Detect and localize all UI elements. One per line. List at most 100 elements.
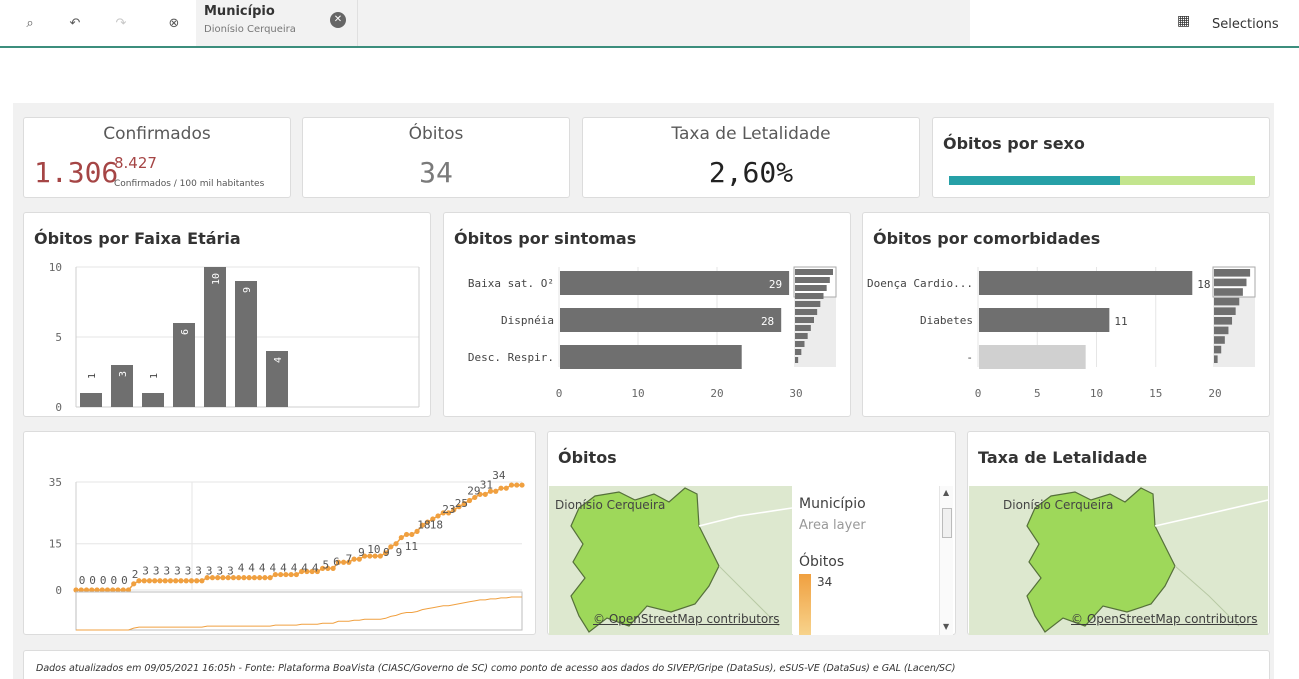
timeline-annotation: 11 <box>405 540 418 553</box>
timeline-annotation: 3 <box>174 565 181 578</box>
timeline-point <box>131 581 137 587</box>
mini-navigator-bar[interactable] <box>795 277 830 283</box>
timeline-annotation: 3 <box>153 565 160 578</box>
mini-navigator-bar[interactable] <box>795 285 827 291</box>
hbar-value-label: 29 <box>769 278 782 291</box>
hbar-bar[interactable] <box>979 308 1110 332</box>
faixa-bar-label: 1 <box>149 373 160 379</box>
x-tick-label: 20 <box>710 387 723 400</box>
mini-navigator-bar[interactable] <box>1214 326 1229 335</box>
timeline-point <box>199 578 205 584</box>
step-forward-icon[interactable]: ↷ <box>111 14 131 34</box>
timeline-point <box>167 578 174 584</box>
mini-navigator-bar[interactable] <box>1214 307 1236 315</box>
scroll-down-icon[interactable]: ▼ <box>943 622 949 631</box>
mini-navigator-bar[interactable] <box>1214 297 1240 306</box>
legend-scrollbar[interactable]: ▲ ▼ <box>939 486 953 635</box>
clear-selections-icon[interactable]: ⊗ <box>164 14 184 34</box>
selections-button[interactable]: Selections <box>1212 17 1279 32</box>
timeline-annotation: 9 <box>396 546 403 559</box>
smart-search-icon[interactable]: ⌕ <box>20 14 40 34</box>
mini-navigator-bar[interactable] <box>795 357 799 363</box>
legend-measure: Óbitos <box>799 554 845 570</box>
timeline-point <box>498 485 504 491</box>
timeline-point <box>146 578 153 584</box>
kpi-value: 34 <box>419 156 453 189</box>
legend-title: Município <box>799 496 866 512</box>
selection-field: Município <box>204 4 275 19</box>
y-tick-label: 35 <box>49 476 62 489</box>
hbar-bar[interactable] <box>560 271 790 295</box>
step-back-icon[interactable]: ↶ <box>65 14 85 34</box>
remove-selection-icon[interactable]: ✕ <box>330 12 346 28</box>
y-tick-label: 0 <box>55 584 62 597</box>
timeline-annotation: 3 <box>163 565 170 578</box>
mini-navigator-bar[interactable] <box>1214 269 1251 277</box>
timeline-point <box>482 491 488 497</box>
osm-credit-link[interactable]: © OpenStreetMap contributors <box>1071 612 1257 626</box>
mini-navigator-bar[interactable] <box>1214 288 1243 296</box>
osm-credit-link[interactable]: © OpenStreetMap contributors <box>593 612 779 626</box>
obitos-por-sexo-card[interactable]: Óbitos por sexo <box>932 117 1270 198</box>
mini-navigator-bar[interactable] <box>1214 355 1218 363</box>
timeline-point <box>194 578 200 584</box>
faixa-bar[interactable] <box>204 267 226 407</box>
mini-navigator-bar[interactable] <box>795 309 818 315</box>
timeline-point <box>241 575 247 581</box>
timeline-annotation: 3 <box>185 565 192 578</box>
hbar-value-label: 11 <box>1114 315 1127 328</box>
hbar-value-label: 18 <box>1197 278 1210 291</box>
timeline-annotation: 3 <box>142 565 149 578</box>
hbar-bar[interactable] <box>979 271 1193 295</box>
map-obitos-card[interactable]: Óbitos Dionísio Cerqueira © OpenStreetMa… <box>547 431 956 635</box>
timeline-card[interactable]: 0 15 35 0 0 0 0 0 2 3 3 3 3 3 3 3 3 3 4 4 4 4 4 4 4 4 5 6 7 9 10 9 9 11 18… <box>23 431 536 635</box>
mini-navigator-bar[interactable] <box>795 317 814 323</box>
mini-navigator-bar[interactable] <box>795 269 833 275</box>
timeline-point <box>514 482 520 488</box>
timeline-point <box>157 578 163 584</box>
kpi-label: Taxa de Letalidade <box>671 124 831 144</box>
faixa-bar[interactable] <box>142 393 164 407</box>
map-area[interactable]: Dionísio Cerqueira © OpenStreetMap contr… <box>969 486 1269 635</box>
timeline-point <box>508 482 515 488</box>
kpi-taxa-letalidade[interactable]: Taxa de Letalidade 2,60% <box>582 117 920 198</box>
timeline-annotation: 2 <box>132 568 139 581</box>
legend-color-scale <box>799 574 811 635</box>
scroll-up-icon[interactable]: ▲ <box>943 488 949 497</box>
faixa-bar-label: 1 <box>87 373 98 379</box>
kpi-sub-label: Confirmados / 100 mil habitantes <box>114 179 265 189</box>
mini-navigator-bar[interactable] <box>795 301 821 307</box>
faixa-etaria-card[interactable]: Óbitos por Faixa Etária 0 5 10 1 3 1 6 10 9 4 <box>23 212 431 417</box>
selection-value: Dionísio Cerqueira <box>204 24 296 35</box>
sexo-segment-2[interactable] <box>1120 176 1255 185</box>
kpi-confirmados[interactable]: Confirmados 1.306 8.427 Confirmados / 10… <box>23 117 291 198</box>
selections-tool-icon[interactable]: ▦ <box>1177 13 1190 29</box>
mini-navigator-bar[interactable] <box>1214 345 1222 354</box>
mini-navigator-bar[interactable] <box>1214 336 1225 344</box>
map-area[interactable]: Dionísio Cerqueira © OpenStreetMap contr… <box>549 486 793 635</box>
hbar-bar[interactable] <box>560 345 742 369</box>
mini-navigator-bar[interactable] <box>795 349 802 355</box>
hbar-bar[interactable] <box>560 308 782 332</box>
faixa-bar[interactable] <box>235 281 257 407</box>
sexo-segment-1[interactable] <box>949 176 1121 185</box>
map-taxa-card[interactable]: Taxa de Letalidade Dionísio Cerqueira © … <box>967 431 1270 635</box>
hbar-bar[interactable] <box>979 345 1086 369</box>
timeline-annotation: 4 <box>238 562 245 575</box>
timeline-annotation: 29 <box>467 485 480 498</box>
faixa-bar[interactable] <box>80 393 102 407</box>
scrollbar-thumb[interactable] <box>942 508 952 538</box>
mini-navigator-bar[interactable] <box>795 341 805 347</box>
sintomas-card[interactable]: Óbitos por sintomas 0 10 20 30 Baixa sat. O²… <box>443 212 851 417</box>
selection-chip[interactable]: Município Dionísio Cerqueira ✕ <box>196 0 358 46</box>
timeline-point <box>162 578 168 584</box>
mini-navigator-bar[interactable] <box>795 293 824 299</box>
timeline-annotation: 4 <box>269 562 276 575</box>
kpi-obitos[interactable]: Óbitos 34 <box>302 117 570 198</box>
comorbidades-card[interactable]: Óbitos por comorbidades 0 5 10 15 20 Doença C… <box>862 212 1270 417</box>
mini-navigator-bar[interactable] <box>795 325 811 331</box>
mini-navigator-bar[interactable] <box>795 333 808 339</box>
mini-navigator-bar[interactable] <box>1214 278 1247 287</box>
legend-value: 34 <box>817 575 833 589</box>
mini-navigator-bar[interactable] <box>1214 317 1233 325</box>
